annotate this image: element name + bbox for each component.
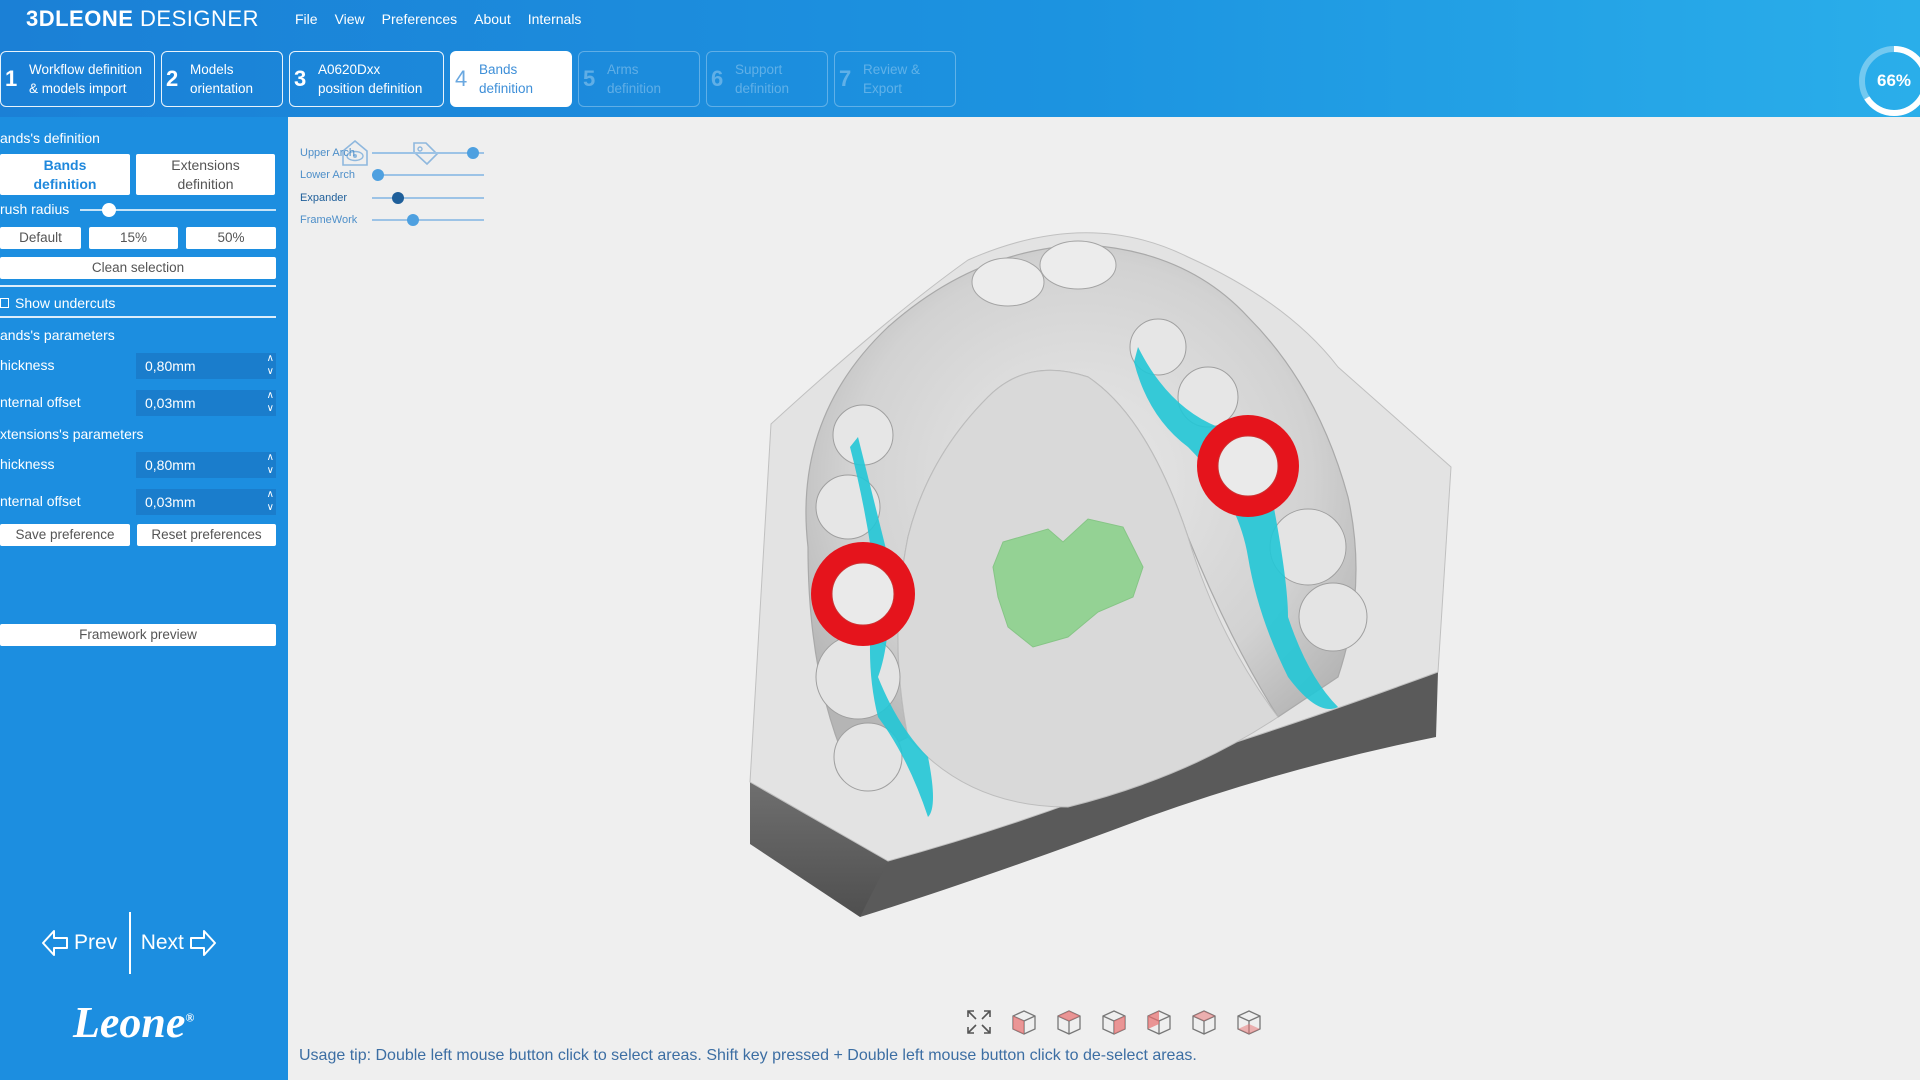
menu-preferences[interactable]: Preferences <box>382 11 457 27</box>
band-right-tooth <box>1217 435 1279 497</box>
bands-definition-title: ands's definition <box>0 130 100 146</box>
ext-thickness-stepper[interactable]: ∧ ∨ <box>267 451 274 477</box>
next-button[interactable]: Next <box>141 929 218 957</box>
ext-thickness-input[interactable]: 0,80mm <box>136 452 276 478</box>
brush-50-button[interactable]: 50% <box>186 227 276 249</box>
show-undercuts-label: Show undercuts <box>15 295 116 311</box>
left-view-icon[interactable] <box>1100 1008 1128 1036</box>
tooth <box>1298 582 1368 652</box>
extensions-parameters-title: xtensions's parameters <box>0 426 144 442</box>
clean-selection-button[interactable]: Clean selection <box>0 257 276 279</box>
tooth <box>832 404 894 466</box>
sidebar: ands's definition Bands definition Exten… <box>0 117 288 1080</box>
reset-preferences-button[interactable]: Reset preferences <box>137 524 276 546</box>
save-preference-button[interactable]: Save preference <box>0 524 130 546</box>
dental-model-render[interactable] <box>288 117 1920 1080</box>
bands-offset-input[interactable]: 0,03mm <box>136 390 276 416</box>
leone-logo: Leone® <box>73 998 195 1047</box>
step-models-orientation[interactable]: 2 Models orientation <box>161 51 283 107</box>
step-navigation: Prev Next <box>40 912 218 974</box>
tab-extensions-definition[interactable]: Extensions definition <box>136 154 275 195</box>
arrow-left-icon <box>42 930 68 956</box>
usage-tip: Usage tip: Double left mouse button clic… <box>299 1047 1197 1064</box>
ext-thickness-row: hickness 0,80mm ∧ ∨ <box>0 451 276 478</box>
bands-thickness-input[interactable]: 0,80mm <box>136 353 276 379</box>
top-view-icon[interactable] <box>1190 1008 1218 1036</box>
show-undercuts-checkbox[interactable] <box>0 298 9 308</box>
menu-internals[interactable]: Internals <box>528 11 582 27</box>
back-view-icon[interactable] <box>1055 1008 1083 1036</box>
next-label: Next <box>140 931 184 954</box>
front-view-icon[interactable] <box>1010 1008 1038 1036</box>
step-arms-definition[interactable]: 5 Arms definition <box>578 51 700 107</box>
bands-offset-row: nternal offset 0,03mm ∧ ∨ <box>0 389 276 416</box>
3d-viewport[interactable]: Upper Arch Lower Arch Expander FrameWork <box>288 117 1920 1080</box>
framework-preview-button[interactable]: Framework preview <box>0 624 276 646</box>
step-workflow-definition[interactable]: 1 Workflow definition & models import <box>0 51 155 107</box>
progress-label: 66% <box>1876 71 1912 90</box>
bands-parameters-title: ands's parameters <box>0 327 115 343</box>
tooth <box>971 257 1045 307</box>
bands-thickness-stepper[interactable]: ∧ ∨ <box>267 352 274 378</box>
show-undercuts-toggle[interactable]: Show undercuts <box>0 295 115 311</box>
brush-presets: Default 15% 50% <box>0 227 276 249</box>
tab-bands-definition[interactable]: Bands definition <box>0 154 130 195</box>
bands-thickness-row: hickness 0,80mm ∧ ∨ <box>0 352 276 379</box>
top-bar: 3DLEONE DESIGNER File View Preferences A… <box>0 0 1920 117</box>
right-view-icon[interactable] <box>1145 1008 1173 1036</box>
menu-file[interactable]: File <box>295 11 318 27</box>
ext-thickness-label: hickness <box>0 456 55 472</box>
brush-default-button[interactable]: Default <box>0 227 81 249</box>
band-left-tooth <box>831 562 895 626</box>
ext-offset-row: nternal offset 0,03mm ∧ ∨ <box>0 488 276 515</box>
prev-button[interactable]: Prev <box>40 929 117 957</box>
nav-divider <box>129 912 131 974</box>
brush-radius-handle[interactable] <box>102 203 117 217</box>
prev-label: Prev <box>74 931 118 954</box>
fit-view-icon[interactable] <box>965 1008 993 1036</box>
arrow-right-icon <box>189 930 216 956</box>
bands-offset-label: nternal offset <box>0 394 81 410</box>
ext-offset-label: nternal offset <box>0 493 81 509</box>
tooth <box>1039 240 1117 290</box>
ext-offset-stepper[interactable]: ∧ ∨ <box>267 488 274 514</box>
bands-offset-stepper[interactable]: ∧ ∨ <box>267 389 274 415</box>
workflow-steps: 1 Workflow definition & models import 2 … <box>0 51 956 107</box>
brush-radius-label: rush radius <box>0 201 70 217</box>
menu-about[interactable]: About <box>474 11 511 27</box>
app-brand: 3DLEONE DESIGNER <box>26 6 259 31</box>
brush-15-button[interactable]: 15% <box>89 227 178 249</box>
step-position-definition[interactable]: 3 A0620Dxx position definition <box>289 51 444 107</box>
step-support-definition[interactable]: 6 Support definition <box>706 51 828 107</box>
definition-tabs: Bands definition Extensions definition <box>0 154 275 195</box>
ext-offset-input[interactable]: 0,03mm <box>136 489 276 515</box>
view-toolbar <box>965 1008 1263 1036</box>
step-review-export[interactable]: 7 Review & Export <box>834 51 956 107</box>
divider <box>0 285 276 287</box>
menu-bar: File View Preferences About Internals <box>295 11 581 27</box>
menu-view[interactable]: View <box>335 11 365 27</box>
bottom-view-icon[interactable] <box>1235 1008 1263 1036</box>
bands-thickness-label: hickness <box>0 357 55 373</box>
divider <box>0 316 276 318</box>
step-bands-definition[interactable]: 4 Bands definition <box>450 51 572 107</box>
